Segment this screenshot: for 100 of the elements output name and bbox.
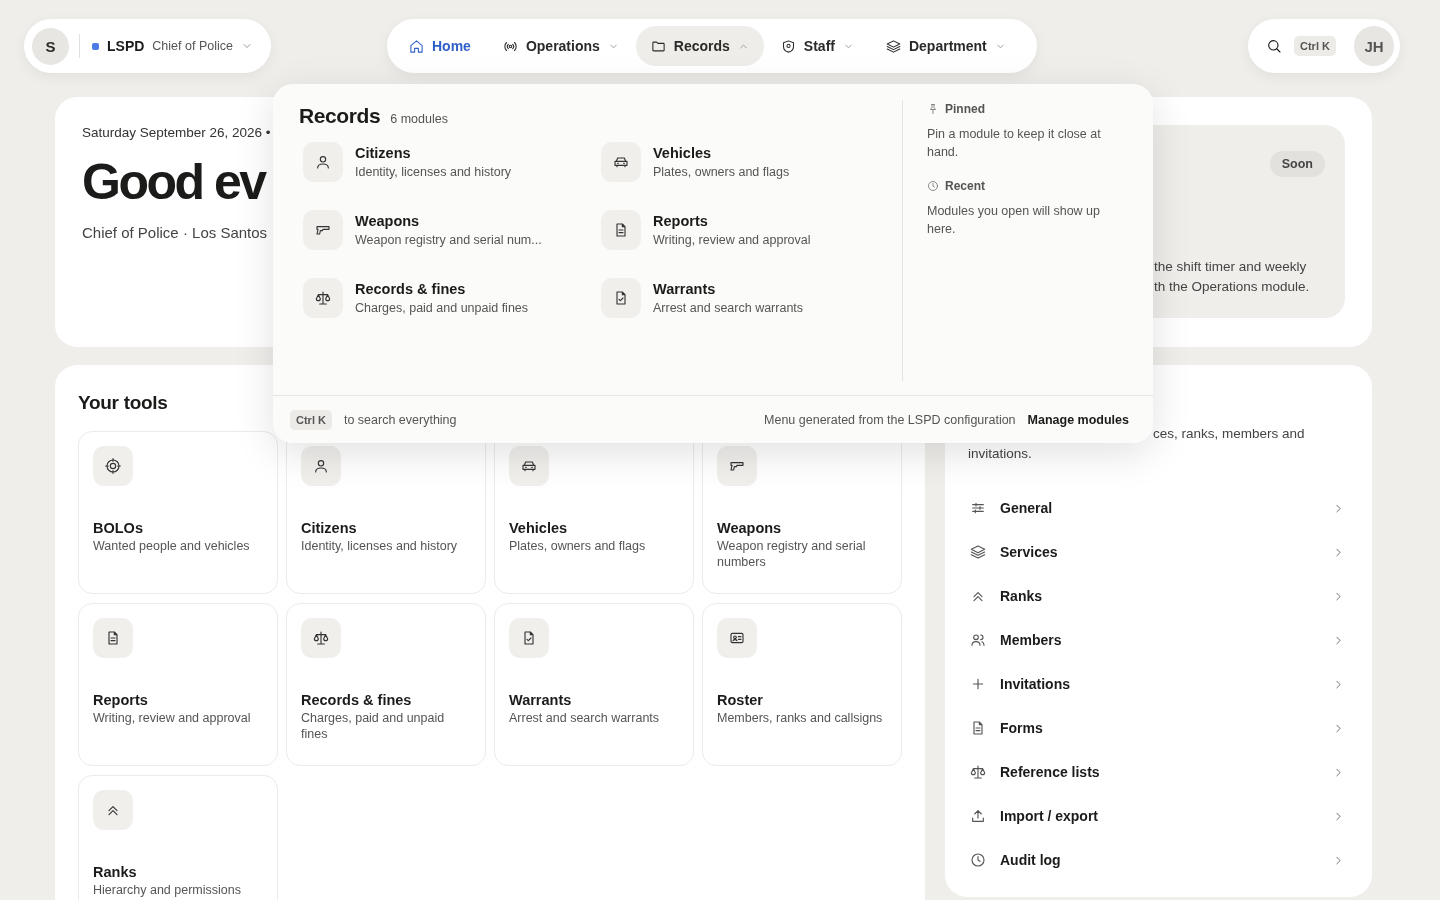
description-text: the shift timer and weekly xyxy=(1154,258,1308,276)
upload-icon xyxy=(970,808,986,824)
target-icon xyxy=(105,458,121,474)
settings-item[interactable]: General xyxy=(968,486,1345,530)
manage-modules-link[interactable]: Manage modules xyxy=(1027,412,1129,427)
settings-item[interactable]: Reference lists xyxy=(968,750,1345,794)
users-icon xyxy=(970,632,986,648)
module-title: Warrants xyxy=(653,281,717,297)
description-text: invitations. xyxy=(968,445,1033,463)
tool-description: Hierarchy and permissions xyxy=(93,882,242,898)
module-menu-item[interactable]: Vehicles Plates, owners and flags xyxy=(601,142,899,182)
nav-tab[interactable]: Department xyxy=(870,26,1021,66)
module-description: Weapon registry and serial num... xyxy=(355,233,542,247)
scale-icon xyxy=(313,630,329,646)
settings-item[interactable]: Import / export xyxy=(968,794,1345,838)
role-label: Chief of Police xyxy=(152,39,233,53)
sliders-icon xyxy=(970,500,986,516)
scale-icon xyxy=(315,290,331,306)
tool-card[interactable]: BOLOs Wanted people and vehicles xyxy=(78,431,278,594)
document-check-icon xyxy=(613,290,629,306)
tool-card[interactable]: Reports Writing, review and approval xyxy=(78,603,278,766)
module-menu-item[interactable]: Citizens Identity, licenses and history xyxy=(303,142,601,182)
module-title: Vehicles xyxy=(653,145,713,161)
module-menu-item[interactable]: Records & fines Charges, paid and unpaid fines xyxy=(303,278,601,318)
tool-title: Citizens xyxy=(301,520,358,536)
tool-card[interactable]: Ranks Hierarchy and permissions xyxy=(78,775,278,900)
tool-title: Roster xyxy=(717,692,764,708)
id-card-icon xyxy=(729,630,745,646)
tool-title: BOLOs xyxy=(93,520,144,536)
hint-text: Pin a module to keep it close at hand. xyxy=(927,126,1102,161)
module-description: Writing, review and approval xyxy=(653,233,811,247)
tool-description: Weapon registry and serial numbers xyxy=(717,538,867,570)
shield-icon xyxy=(780,38,796,54)
tool-description: Members, ranks and callsigns xyxy=(717,710,884,726)
avatar[interactable]: S xyxy=(32,27,69,65)
module-description: Arrest and search warrants xyxy=(653,301,804,315)
folder-icon xyxy=(650,38,666,54)
hint-text: Modules you open will show up here. xyxy=(927,203,1102,238)
tool-description: Arrest and search warrants xyxy=(509,710,661,726)
car-icon xyxy=(613,154,629,170)
module-title: Citizens xyxy=(355,145,412,161)
settings-item[interactable]: Services xyxy=(968,530,1345,574)
module-title: Records & fines xyxy=(355,281,467,297)
clock-icon xyxy=(927,180,939,192)
person-icon xyxy=(315,154,331,170)
module-menu-item[interactable]: Weapons Weapon registry and serial num... xyxy=(303,210,601,250)
pin-icon xyxy=(927,103,939,115)
clock-icon xyxy=(970,852,986,868)
search-button[interactable] xyxy=(1266,38,1282,54)
tool-title: Reports xyxy=(93,692,149,708)
tool-card[interactable]: Records & fines Charges, paid and unpaid fines xyxy=(286,603,486,766)
module-menu-item[interactable]: Reports Writing, review and approval xyxy=(601,210,899,250)
tool-card[interactable]: Warrants Arrest and search warrants xyxy=(494,603,694,766)
shortcut-key: Ctrl K xyxy=(1294,36,1336,56)
section-label: Pinned xyxy=(945,102,985,116)
section-label: Recent xyxy=(945,179,985,193)
menu-title: Records xyxy=(299,104,381,128)
nav-tab[interactable]: Home xyxy=(394,26,486,66)
description-text: th the Operations module. xyxy=(1154,278,1311,296)
greeting-heading: Good ev xyxy=(82,153,267,212)
tool-card[interactable]: Roster Members, ranks and callsigns xyxy=(702,603,902,766)
module-menu-item[interactable]: Warrants Arrest and search warrants xyxy=(601,278,899,318)
module-description: Identity, licenses and history xyxy=(355,165,512,179)
hint-text: to search everything xyxy=(343,412,457,427)
date-text: Saturday September 26, 2026 • xyxy=(82,125,271,140)
settings-item[interactable]: Audit log xyxy=(968,838,1345,882)
tool-title: Vehicles xyxy=(509,520,569,536)
account-switcher[interactable]: S LSPD Chief of Police xyxy=(24,19,271,73)
settings-item[interactable]: Forms xyxy=(968,706,1345,750)
description-text: ces, ranks, members and xyxy=(1152,425,1306,443)
tool-title: Records & fines xyxy=(301,692,413,708)
document-icon xyxy=(105,630,121,646)
settings-item[interactable]: Ranks xyxy=(968,574,1345,618)
car-icon xyxy=(521,458,537,474)
footnote-text: Menu generated from the LSPD configuration xyxy=(764,412,1016,427)
nav-tab[interactable]: Operations xyxy=(487,26,634,66)
layers-icon xyxy=(885,38,901,54)
module-description: Plates, owners and flags xyxy=(653,165,790,179)
user-avatar[interactable]: JH xyxy=(1354,26,1394,66)
tool-description: Wanted people and vehicles xyxy=(93,538,251,554)
module-title: Reports xyxy=(653,213,709,229)
settings-item[interactable]: Members xyxy=(968,618,1345,662)
house-icon xyxy=(409,38,424,54)
tool-title: Warrants xyxy=(509,692,573,708)
shortcut-key: Ctrl K xyxy=(290,409,332,430)
tool-description: Identity, licenses and history xyxy=(301,538,459,554)
tool-title: Weapons xyxy=(717,520,783,536)
plus-icon xyxy=(970,676,986,692)
search-icon xyxy=(1266,38,1282,54)
person-icon xyxy=(313,458,329,474)
nav-tab[interactable]: Records xyxy=(635,26,764,66)
document-check-icon xyxy=(521,630,537,646)
tool-title: Ranks xyxy=(93,864,138,880)
module-count: 6 modules xyxy=(390,112,448,126)
org-name: LSPD xyxy=(107,38,145,54)
nav-tab[interactable]: Staff xyxy=(765,26,869,66)
tool-description: Plates, owners and flags xyxy=(509,538,647,554)
module-title: Weapons xyxy=(355,213,421,229)
settings-item[interactable]: Invitations xyxy=(968,662,1345,706)
document-icon xyxy=(613,222,629,238)
